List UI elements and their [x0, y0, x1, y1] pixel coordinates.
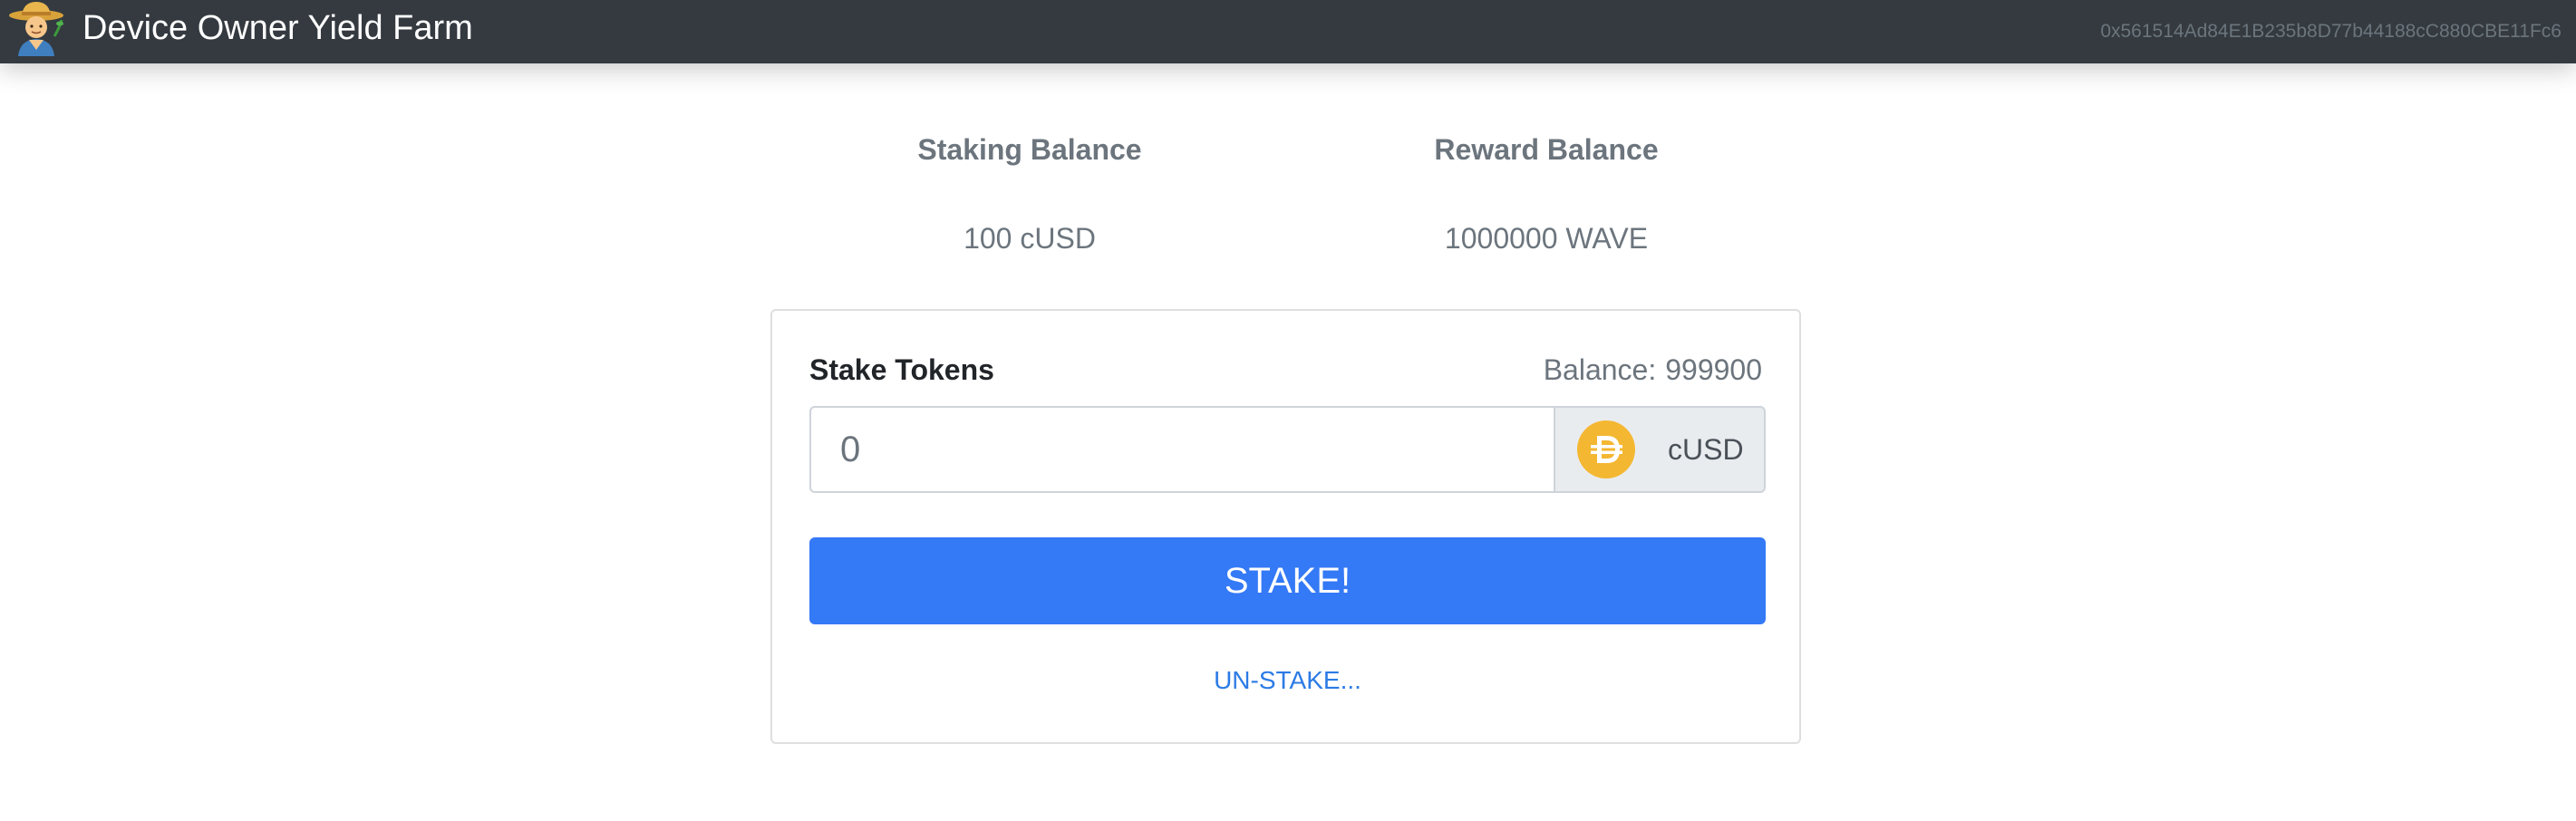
app-title[interactable]: Device Owner Yield Farm — [82, 7, 473, 49]
farmer-logo-icon — [9, 2, 63, 56]
stake-amount-group: cUSD — [809, 406, 1766, 493]
stake-card: Stake Tokens Balance:999900 cUSD STAKE! … — [770, 309, 1801, 744]
wallet-balance-value: 999900 — [1665, 353, 1762, 386]
top-navbar: Device Owner Yield Farm 0x561514Ad84E1B2… — [0, 0, 2576, 63]
stake-amount-input[interactable] — [809, 406, 1554, 493]
staking-balance-value: 100 cUSD — [964, 222, 1096, 255]
reward-balance-value: 1000000 WAVE — [1444, 222, 1649, 255]
token-addon: cUSD — [1554, 406, 1766, 493]
unstake-button[interactable]: UN-STAKE... — [809, 664, 1766, 697]
reward-balance-label: Reward Balance — [1434, 133, 1659, 166]
wallet-balance: Balance: 999900 — [1544, 352, 1762, 388]
account-address: 0x561514Ad84E1B235b8D77b44188cC880CBE11F… — [2100, 21, 2561, 42]
token-label: cUSD — [1668, 433, 1744, 466]
wallet-balance-label: Balance: — [1543, 353, 1657, 386]
stake-button[interactable]: STAKE! — [809, 537, 1766, 624]
dai-token-icon — [1577, 420, 1635, 478]
staking-balance-label: Staking Balance — [917, 133, 1142, 166]
stake-tokens-title: Stake Tokens — [809, 353, 994, 386]
